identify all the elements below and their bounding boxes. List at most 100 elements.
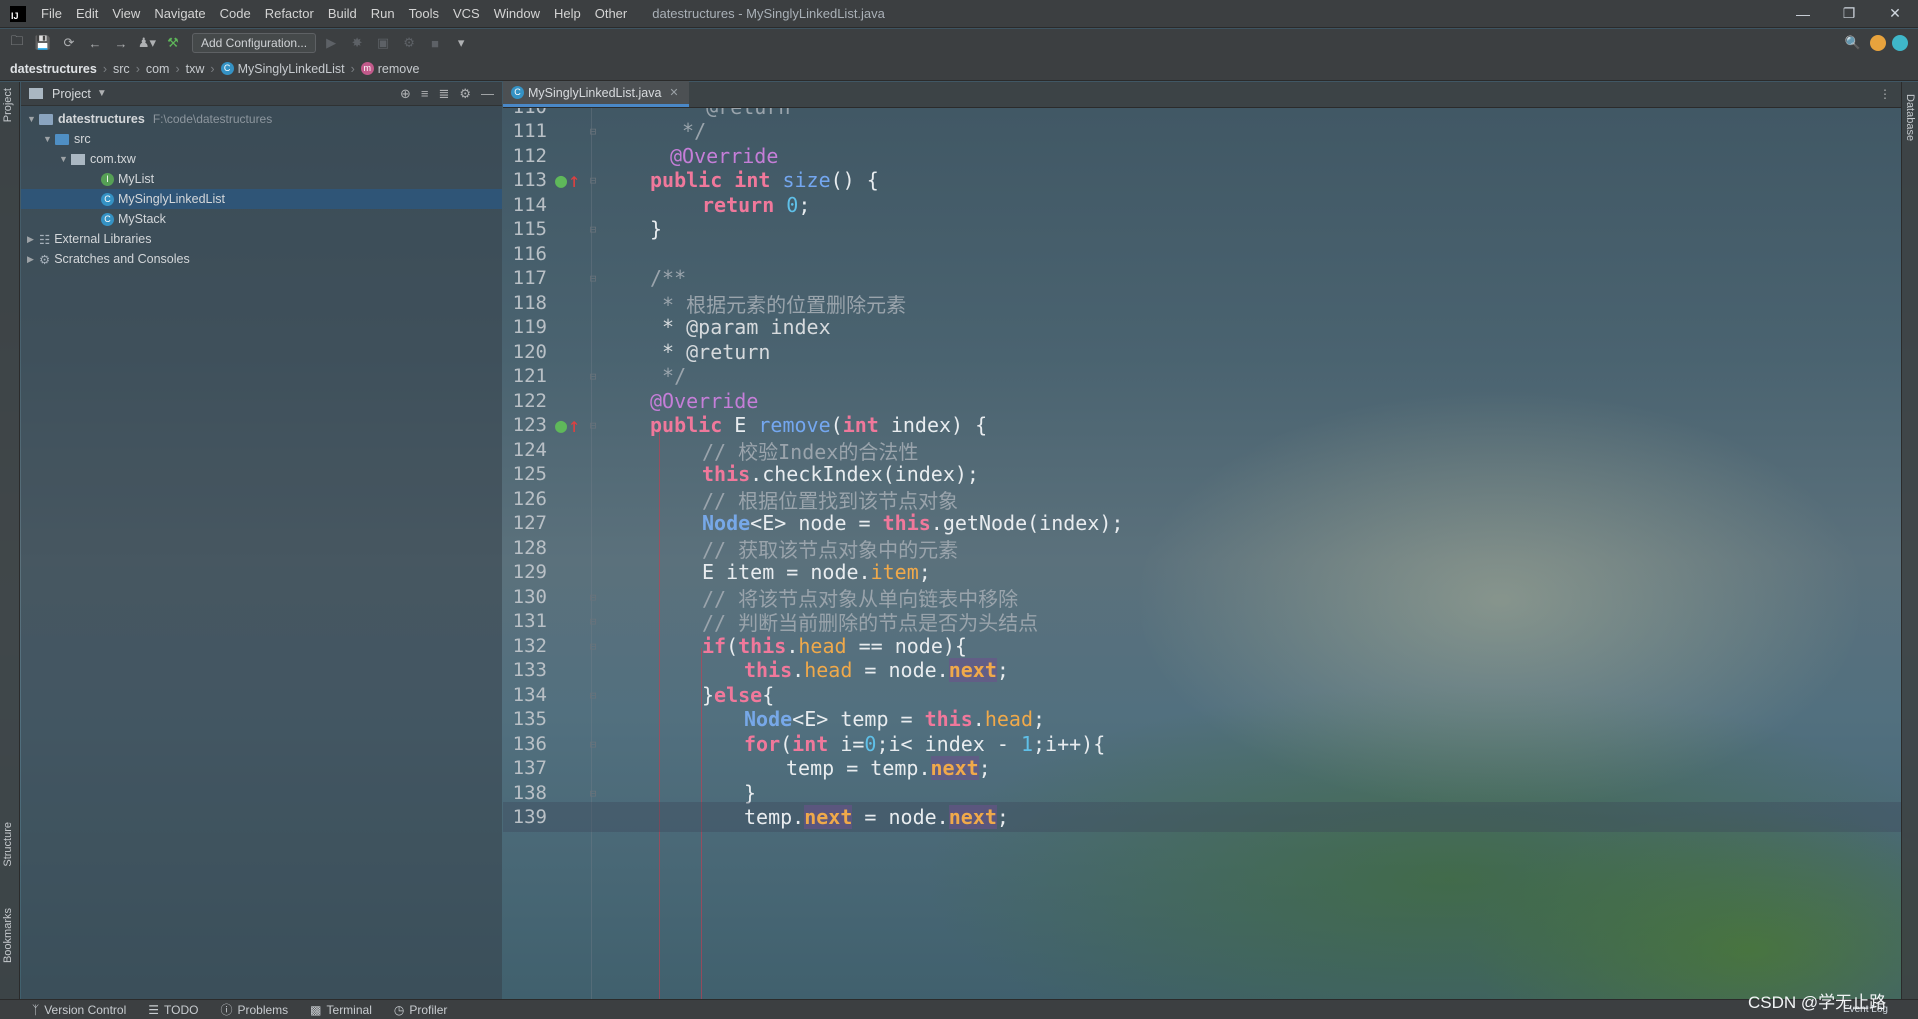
stop-icon[interactable]: ■ [424,33,446,53]
menu-build[interactable]: Build [321,0,364,28]
chevron-down-icon[interactable]: ▼ [97,88,107,99]
sync-icon[interactable]: ⟳ [58,33,80,53]
tree-package[interactable]: ▼ com.txw [21,149,502,169]
menu-help[interactable]: Help [547,0,588,28]
fold-icon[interactable]: ⊟ [583,370,603,383]
close-tab-icon[interactable]: ✕ [669,86,678,99]
close-icon[interactable]: ✕ [1872,0,1918,28]
menu-navigate[interactable]: Navigate [147,0,212,28]
tree-file-mystack[interactable]: C MyStack [21,209,502,229]
chevron-down-icon[interactable]: ▼ [27,114,39,124]
code-token: E item = node. [702,560,871,584]
forward-arrow-icon[interactable]: → [110,33,132,53]
tree-file-mysinglylinkedlist[interactable]: C MySinglyLinkedList [21,189,502,209]
menu-window[interactable]: Window [487,0,547,28]
override-up-arrow-icon[interactable]: ↑ [568,168,580,192]
line-number: 137 [512,757,547,779]
line-number: 115 [512,218,547,240]
menu-view[interactable]: View [105,0,147,28]
breadcrumb-src[interactable]: src [113,62,130,76]
plugin-icon[interactable] [1892,35,1908,51]
hide-icon[interactable]: — [481,86,494,102]
code-token: public [650,413,735,437]
more-vertical-icon[interactable]: ⋮ [1879,87,1901,107]
locate-icon[interactable]: ⊕ [400,86,411,102]
tree-src[interactable]: ▼ src [21,129,502,149]
line-number: 123 [512,414,547,436]
fold-icon[interactable]: ⊟ [583,419,603,432]
fold-icon[interactable]: ⊟ [583,787,603,800]
version-control-tab[interactable]: ᛉ Version Control [32,1003,126,1017]
fold-icon[interactable]: ⊟ [583,125,603,138]
breadcrumb-class[interactable]: MySinglyLinkedList [238,62,345,76]
debug-icon[interactable]: ✸ [346,33,368,53]
menu-tools[interactable]: Tools [402,0,446,28]
tree-root[interactable]: ▼ datestructures F:\code\datestructures [21,109,502,129]
terminal-tab[interactable]: ▩ Terminal [310,1003,372,1017]
problems-tab[interactable]: ⓘ Problems [220,1001,288,1018]
fold-icon[interactable]: ⊟ [583,223,603,236]
structure-tool-tab[interactable]: Structure [2,822,14,867]
chevron-right-icon[interactable]: ▶ [27,254,39,265]
fold-icon[interactable]: ⊟ [583,640,603,653]
tab-mysinglylinkedlist[interactable]: C MySinglyLinkedList.java ✕ [503,81,689,107]
database-tool-tab[interactable]: Database [1904,94,1916,141]
menu-run[interactable]: Run [364,0,402,28]
run-icon[interactable]: ▶ [320,33,342,53]
update-icon[interactable] [1870,35,1886,51]
user-dropdown-icon[interactable]: ♟▾ [136,33,158,53]
fold-icon[interactable]: ⊟ [583,272,603,285]
implements-icon[interactable]: ● [555,168,567,192]
override-up-arrow-icon[interactable]: ↑ [568,413,580,437]
open-folder-icon[interactable]: 🗀 [6,33,28,53]
left-tool-strip: Project Structure Bookmarks [0,82,20,999]
chevron-right-icon[interactable]: ▶ [27,234,39,245]
tree-external-libraries[interactable]: ▶ ☷ External Libraries [21,229,502,249]
code-editor[interactable]: 110 * @return 111⊟ */ 112 @Override 113 … [503,108,1901,999]
fold-icon[interactable]: ⊟ [583,591,603,604]
gear-icon[interactable]: ⚙ [459,86,471,102]
chevron-down-icon[interactable]: ▼ [59,154,71,164]
tab-label: Version Control [44,1002,127,1017]
menu-code[interactable]: Code [213,0,258,28]
search-icon[interactable]: 🔍 [1842,33,1864,53]
more-dropdown-icon[interactable]: ▾ [450,33,472,53]
code-token: next [948,805,997,829]
chevron-down-icon[interactable]: ▼ [43,134,55,144]
project-tool-tab[interactable]: Project [2,88,14,122]
code-token: ; [978,756,991,780]
minimize-icon[interactable]: — [1780,0,1826,28]
menu-edit[interactable]: Edit [69,0,105,28]
restore-icon[interactable]: ❐ [1826,0,1872,28]
line-number: 133 [512,659,547,681]
menu-file[interactable]: File [34,0,69,28]
line-number: 121 [512,365,547,387]
coverage-icon[interactable]: ▣ [372,33,394,53]
breadcrumb-com[interactable]: com [146,62,170,76]
menu-refactor[interactable]: Refactor [258,0,321,28]
back-arrow-icon[interactable]: ← [84,33,106,53]
bookmarks-tool-tab[interactable]: Bookmarks [2,908,14,963]
build-hammer-icon[interactable]: ⚒ [162,33,184,53]
fold-icon[interactable]: ⊟ [583,738,603,751]
fold-icon[interactable]: ⊟ [583,689,603,702]
tree-scratches[interactable]: ▶ ⚙ Scratches and Consoles [21,249,502,269]
line-number: 118 [512,292,547,314]
collapse-all-icon[interactable]: ≣ [438,86,449,102]
menu-vcs[interactable]: VCS [446,0,487,28]
implements-icon[interactable]: ● [555,413,567,437]
project-panel-title[interactable]: Project [52,87,91,101]
expand-all-icon[interactable]: ≡ [421,86,429,102]
fold-icon[interactable]: ⊟ [583,174,603,187]
breadcrumb-txw[interactable]: txw [186,62,205,76]
profile-icon[interactable]: ⚙ [398,33,420,53]
breadcrumb-project[interactable]: datestructures [10,62,97,76]
menu-other[interactable]: Other [588,0,635,28]
profiler-tab[interactable]: ◷ Profiler [394,1003,448,1017]
fold-icon[interactable]: ⊟ [583,615,603,628]
todo-tab[interactable]: ☰ TODO [148,1003,198,1017]
add-configuration-button[interactable]: Add Configuration... [192,33,317,53]
save-icon[interactable]: 💾 [32,33,54,53]
breadcrumb-method[interactable]: remove [378,62,420,76]
tree-file-mylist[interactable]: I MyList [21,169,502,189]
